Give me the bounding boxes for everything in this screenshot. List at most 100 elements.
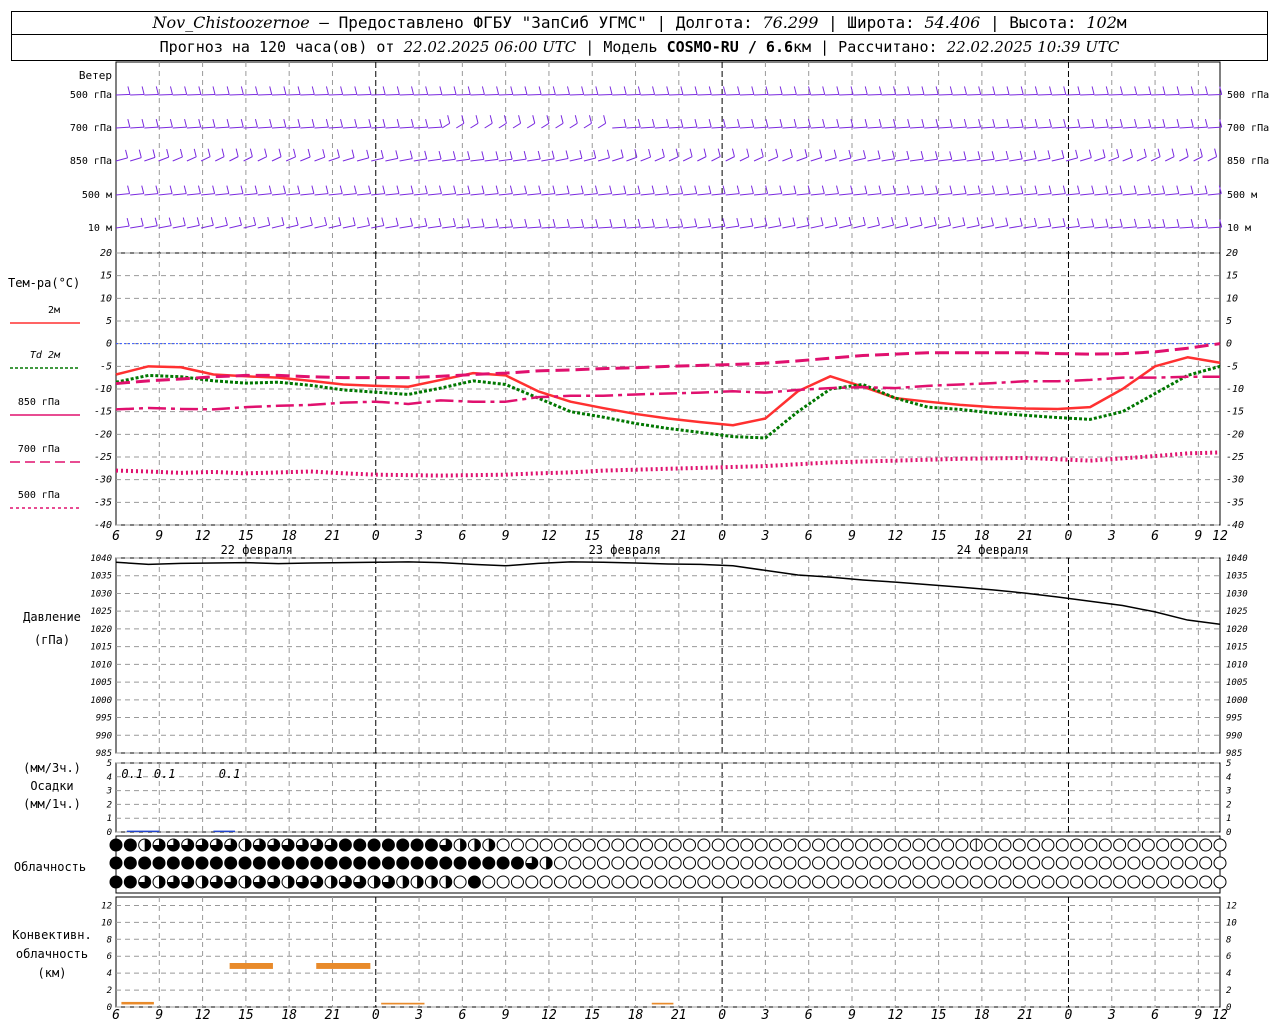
wind-barb	[1179, 126, 1194, 129]
wind-barb-flag	[793, 185, 797, 194]
wind-barb-flag	[1214, 148, 1218, 157]
wind-barb	[583, 157, 596, 162]
wind-barb	[980, 93, 995, 96]
conv-ytick-left: 0	[107, 1003, 112, 1013]
wind-barb	[838, 157, 852, 162]
wind-barb-flag	[424, 185, 428, 194]
wind-barb	[1165, 156, 1175, 162]
wind-barb-flag	[665, 218, 669, 227]
wind-barb-flag	[736, 217, 740, 227]
cloud-symbol	[711, 875, 725, 889]
wind-barb	[626, 226, 641, 229]
wind-barb	[1179, 156, 1189, 162]
wind-barb-flag	[240, 86, 244, 95]
wind-barb	[569, 122, 578, 129]
wind-barb-flag	[877, 150, 881, 159]
prec-ytick-right: 3	[1225, 787, 1231, 797]
wind-barb	[144, 93, 159, 96]
cloud-symbol	[955, 856, 969, 870]
wind-barb	[427, 225, 442, 229]
wind-barb-flag	[396, 86, 400, 95]
wind-barb	[895, 158, 909, 162]
temp-legend-label: 700 гПа	[18, 444, 60, 455]
wind-barb-flag	[475, 115, 479, 124]
wind-barb	[796, 224, 810, 229]
wind-barb-flag	[731, 148, 735, 157]
cloud-symbol	[539, 838, 553, 852]
wind-barb-flag	[736, 185, 740, 194]
wind-barb-flag	[822, 119, 826, 128]
cloud-symbol	[855, 856, 869, 870]
cloud-symbol	[912, 856, 926, 870]
conv-ylabel-2: облачность	[16, 947, 88, 961]
conv-time-tick: 9	[502, 1008, 510, 1023]
wind-barb	[314, 126, 329, 129]
wind-barb	[853, 126, 868, 129]
cloud-symbol-fill	[411, 857, 424, 869]
wind-barb-flag	[793, 119, 797, 128]
conv-ytick-right: 10	[1226, 918, 1237, 928]
wind-barb-flag	[1076, 218, 1080, 227]
wind-barb	[598, 226, 612, 229]
cloud-symbol	[1055, 875, 1069, 889]
wind-barb	[980, 193, 995, 196]
wind-barb	[683, 93, 698, 96]
conv-time-tick: 18	[974, 1008, 990, 1023]
wind-barb-flag	[141, 185, 145, 194]
wind-barb	[271, 126, 286, 129]
wind-barb	[782, 93, 797, 96]
wind-barb	[1051, 126, 1066, 129]
cloud-symbol	[898, 875, 912, 889]
wind-barb-flag	[862, 216, 866, 226]
temp-time-tick: 15	[584, 529, 600, 544]
wind-barb-flag	[424, 217, 428, 227]
pres-ytick-left: 1040	[90, 554, 112, 564]
temp-ytick-right: -25	[1226, 452, 1244, 463]
wind-barb	[966, 93, 981, 96]
conv-time-tick: 18	[628, 1008, 644, 1023]
wind-barb	[952, 93, 967, 96]
wind-barb	[115, 126, 130, 129]
wind-barb	[1080, 157, 1092, 162]
temp-time-tick: 21	[1017, 529, 1033, 544]
wind-barb-flag	[193, 148, 197, 157]
wind-barb-flag	[637, 185, 641, 194]
wind-barb-flag	[452, 151, 456, 160]
temp-time-tick: 6	[805, 529, 813, 544]
wind-barb	[172, 93, 187, 96]
wind-barb	[867, 93, 882, 96]
cloud-symbol	[711, 856, 725, 870]
wind-barb-flag	[254, 119, 258, 128]
conv-time-tick: 21	[1017, 1008, 1033, 1023]
cloud-symbol-fill	[425, 857, 438, 869]
cloud-symbol-fill	[331, 876, 338, 888]
wind-barb-flag	[652, 86, 656, 95]
wind-barb	[1179, 93, 1194, 96]
wind-barb	[1136, 93, 1151, 96]
cloud-symbol	[1141, 875, 1155, 889]
wind-barb-flag	[603, 115, 607, 124]
wind-barb-flag	[438, 150, 442, 160]
cloud-symbol	[984, 875, 998, 889]
wind-barb	[569, 157, 583, 162]
wind-barb	[442, 93, 457, 96]
cloud-symbol-fill	[382, 839, 395, 851]
temp-ytick-left: 5	[106, 316, 112, 327]
cloud-symbol-fill	[245, 839, 252, 851]
wind-barb	[938, 193, 952, 196]
wind-barb-flag	[264, 148, 268, 157]
wind-barb-flag	[307, 148, 311, 158]
cloud-symbol-fill	[181, 857, 194, 869]
wind-barb	[385, 157, 398, 162]
conv-time-tick: 9	[848, 1008, 856, 1023]
wind-barb	[1065, 157, 1078, 162]
wind-barb	[753, 156, 764, 162]
wind-barb	[583, 193, 598, 196]
cloud-symbol-fill	[210, 857, 223, 869]
cloud-symbol	[596, 838, 610, 852]
wind-barb-flag	[722, 185, 726, 194]
wind-barb	[442, 158, 456, 162]
temp-time-tick: 0	[718, 529, 726, 544]
temp-ytick-right: 10	[1226, 293, 1238, 304]
wind-barb	[839, 193, 853, 196]
